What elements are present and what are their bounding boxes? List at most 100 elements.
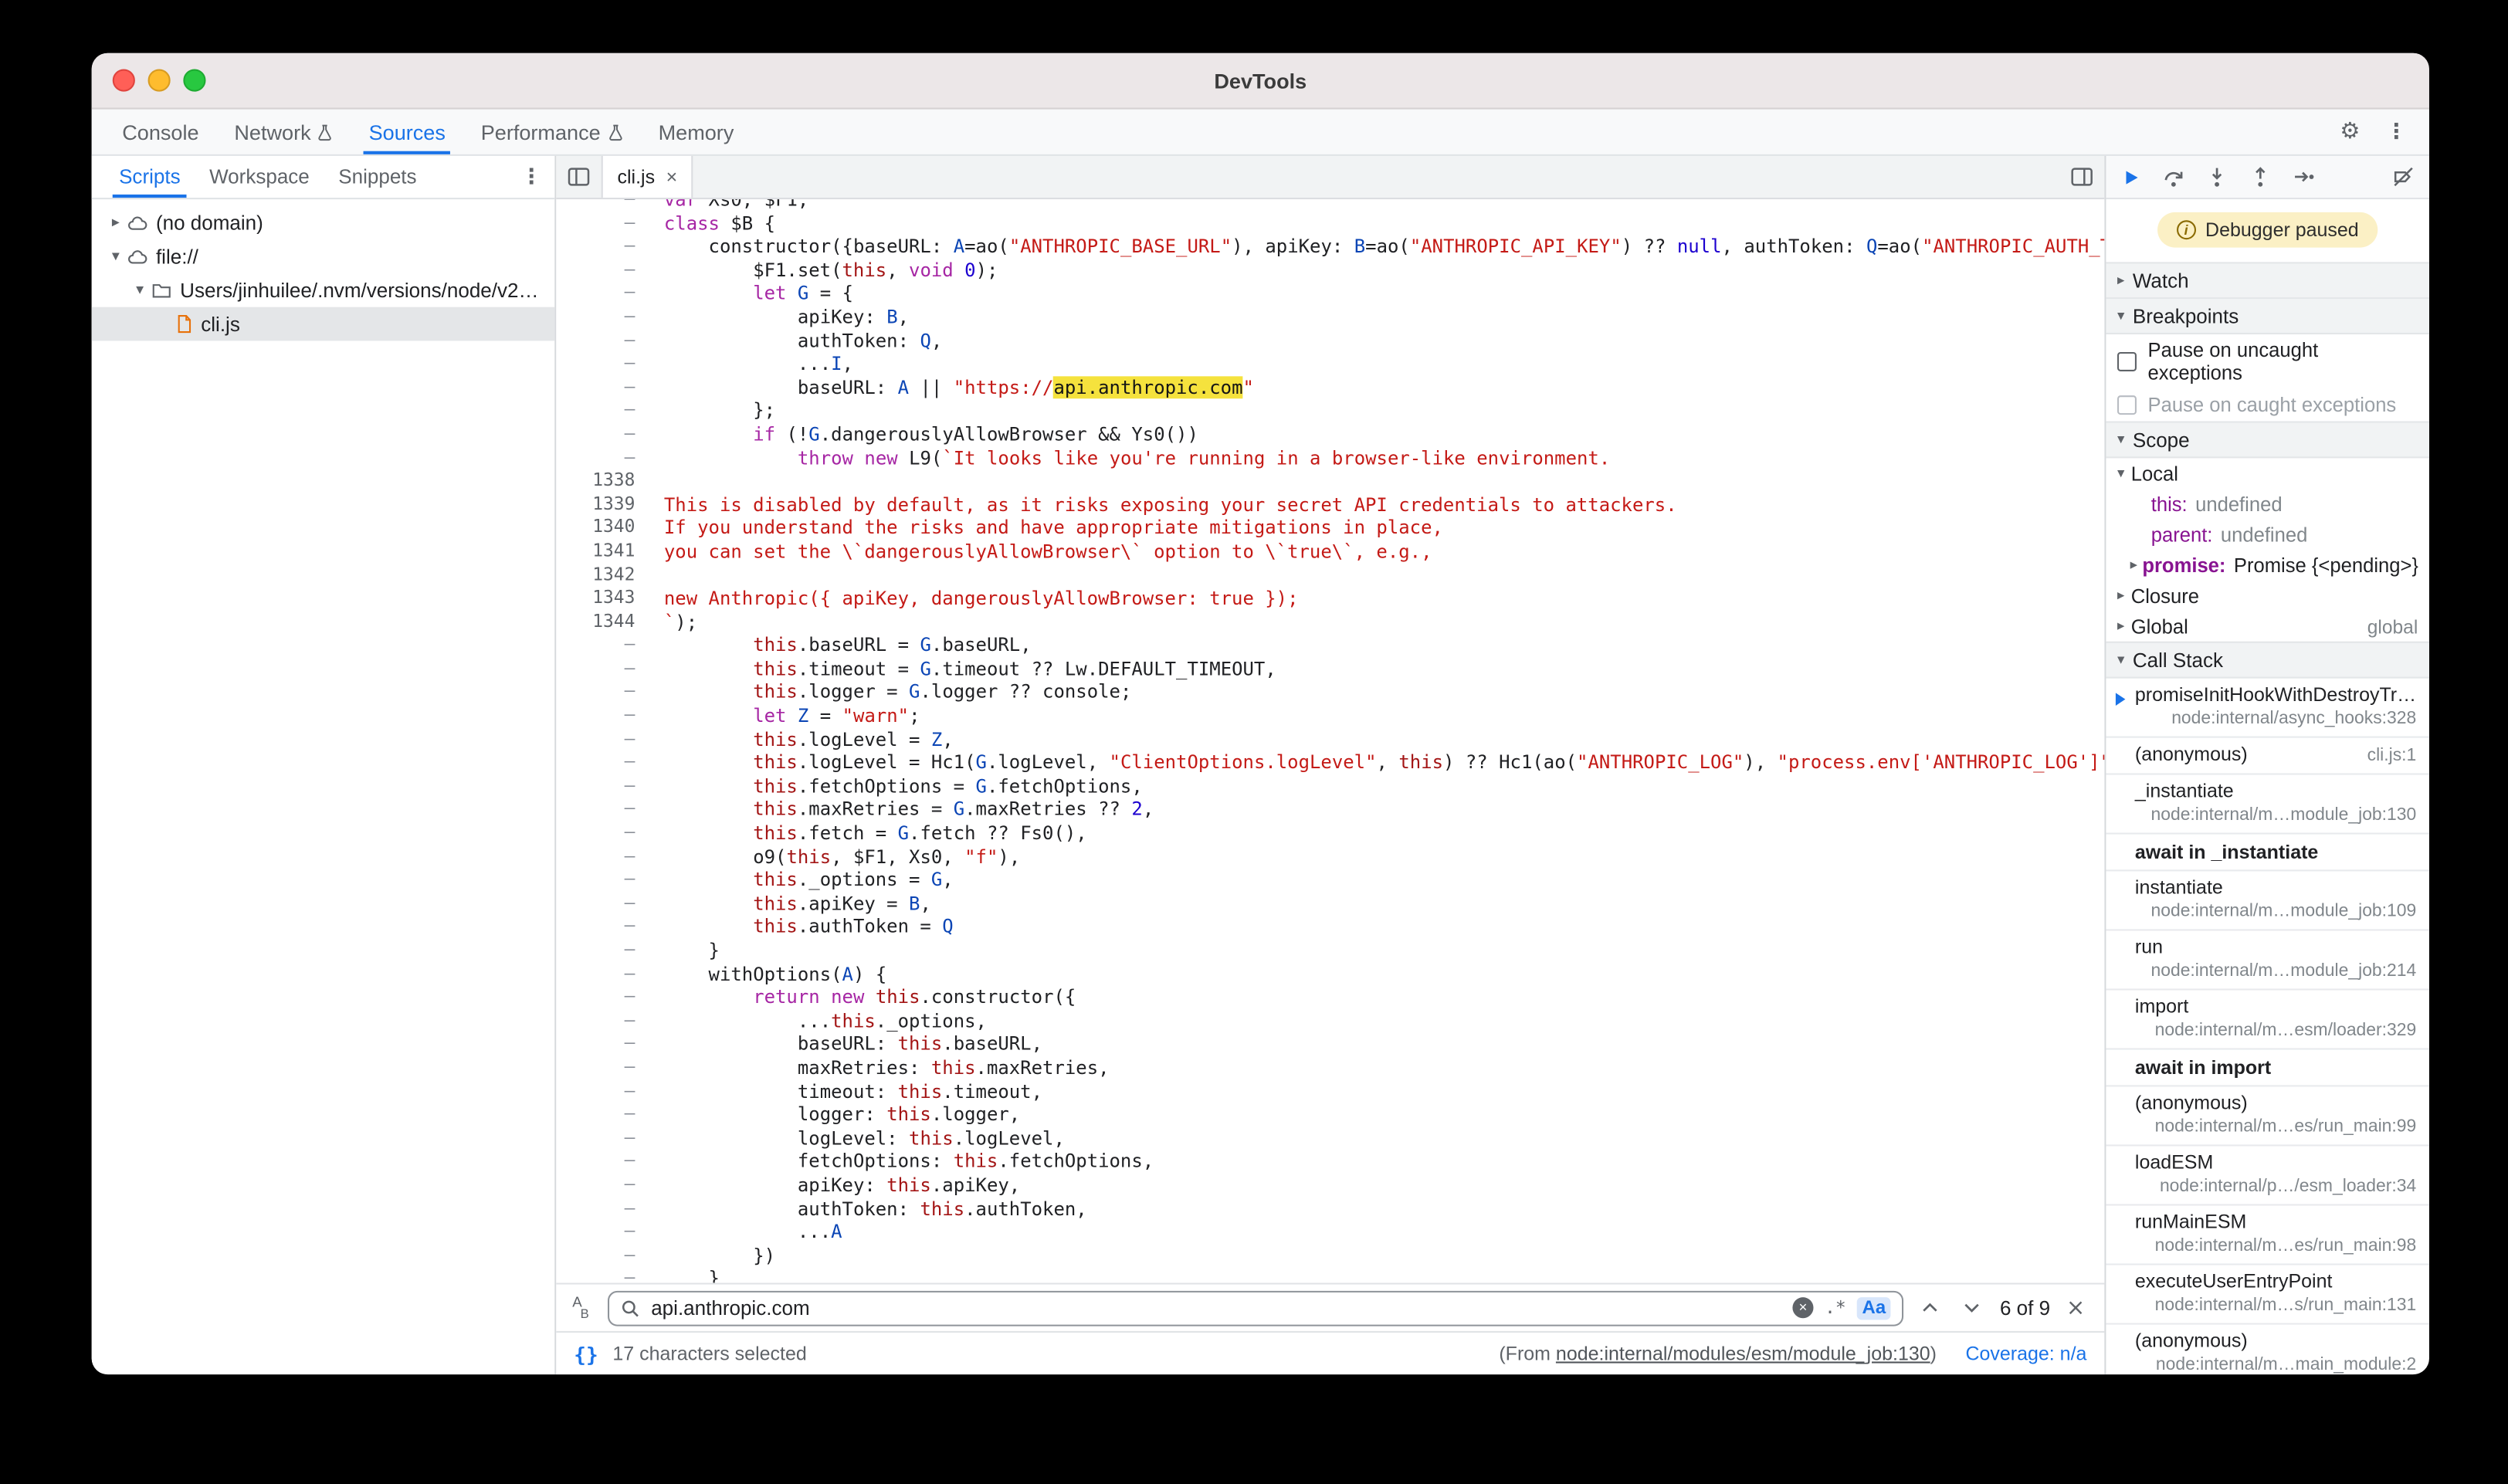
line-gutter[interactable]: – — [556, 399, 649, 422]
line-gutter[interactable]: – — [556, 199, 649, 212]
line-gutter[interactable]: – — [556, 1032, 649, 1055]
code-text[interactable]: this.fetchOptions = G.fetchOptions, — [649, 774, 1143, 798]
code-text[interactable]: } — [649, 1267, 720, 1282]
code-text[interactable]: this.apiKey = B, — [649, 892, 931, 915]
call-stack-frame[interactable]: (anonymous)node:internal/m…main_module:2 — [2106, 1325, 2428, 1375]
code-text[interactable]: throw new L9(`It looks like you're runni… — [649, 446, 1610, 469]
line-gutter[interactable]: – — [556, 376, 649, 399]
line-gutter[interactable]: – — [556, 1056, 649, 1079]
previous-match-icon[interactable] — [1917, 1302, 1945, 1313]
line-gutter[interactable]: – — [556, 939, 649, 962]
line-gutter[interactable]: – — [556, 1174, 649, 1197]
call-stack-frame[interactable]: _instantiatenode:internal/m…module_job:1… — [2106, 775, 2428, 835]
call-stack-frame[interactable]: executeUserEntryPointnode:internal/m…s/r… — [2106, 1265, 2428, 1325]
call-stack-section-header[interactable]: ▾ Call Stack — [2106, 642, 2428, 679]
code-text[interactable]: class $B { — [649, 212, 775, 235]
source-link[interactable]: node:internal/modules/esm/module_job:130 — [1556, 1342, 1930, 1364]
scope-variable[interactable]: this:undefined — [2106, 489, 2428, 520]
line-gutter[interactable]: – — [556, 774, 649, 798]
navigator-tab-snippets[interactable]: Snippets — [324, 156, 432, 198]
code-text[interactable]: this.logger = G.logger ?? console; — [649, 681, 1131, 704]
line-gutter[interactable]: 1343 — [556, 587, 649, 610]
editor-tab-clijs[interactable]: cli.js × — [602, 156, 693, 198]
line-gutter[interactable]: – — [556, 822, 649, 845]
clear-search-icon[interactable]: × — [1792, 1297, 1813, 1318]
toggle-navigator-icon[interactable] — [556, 156, 601, 198]
call-stack-frame[interactable]: (anonymous)cli.js:1 — [2106, 738, 2428, 775]
line-gutter[interactable]: – — [556, 422, 649, 446]
code-text[interactable]: }; — [649, 399, 775, 422]
coverage-link[interactable]: Coverage: n/a — [1965, 1342, 2086, 1364]
regex-toggle-icon[interactable]: .* — [1825, 1297, 1846, 1318]
watch-section-header[interactable]: ▸ Watch — [2106, 262, 2428, 299]
main-tab-network[interactable]: Network — [216, 110, 351, 154]
line-gutter[interactable]: – — [556, 282, 649, 305]
line-gutter[interactable]: – — [556, 657, 649, 680]
code-text[interactable]: if (!G.dangerouslyAllowBrowser && Ys0()) — [649, 422, 1198, 446]
code-text[interactable]: let Z = "warn"; — [649, 704, 920, 727]
line-gutter[interactable]: – — [556, 235, 649, 258]
line-gutter[interactable]: – — [556, 634, 649, 657]
line-gutter[interactable]: – — [556, 446, 649, 469]
code-text[interactable]: fetchOptions: this.fetchOptions, — [649, 1150, 1154, 1173]
call-stack-frame[interactable]: runMainESMnode:internal/m…es/run_main:98 — [2106, 1206, 2428, 1265]
code-text[interactable]: this.logLevel = Hc1(G.logLevel, "ClientO… — [649, 751, 2104, 774]
toggle-sources-sidebar-icon[interactable] — [2059, 156, 2104, 198]
code-text[interactable]: new Anthropic({ apiKey, dangerouslyAllow… — [649, 587, 1298, 610]
line-gutter[interactable]: – — [556, 869, 649, 892]
line-gutter[interactable]: 1340 — [556, 517, 649, 540]
tree-item--no-domain-[interactable]: ▸(no domain) — [92, 205, 555, 239]
tree-item-file-[interactable]: ▾file:// — [92, 239, 555, 273]
deactivate-breakpoints-button[interactable] — [2392, 165, 2415, 188]
main-tab-memory[interactable]: Memory — [641, 110, 752, 154]
call-stack-frame[interactable]: importnode:internal/m…esm/loader:329 — [2106, 991, 2428, 1050]
code-text[interactable]: this._options = G, — [649, 869, 954, 892]
step-over-button[interactable] — [2162, 165, 2184, 188]
step-out-button[interactable] — [2249, 165, 2272, 188]
line-gutter[interactable]: – — [556, 892, 649, 915]
line-gutter[interactable]: 1341 — [556, 540, 649, 563]
code-text[interactable]: ...I, — [649, 352, 853, 375]
more-options-kebab-icon[interactable]: ⋮ — [2386, 120, 2407, 144]
resume-button[interactable] — [2120, 166, 2141, 187]
scope-variable[interactable]: parent:undefined — [2106, 519, 2428, 550]
code-editor[interactable]: –var Xs0, $F1,–class $B {– constructor({… — [556, 199, 2104, 1282]
scope-section-header[interactable]: ▾ Scope — [2106, 421, 2428, 458]
step-into-button[interactable] — [2206, 165, 2228, 188]
code-text[interactable]: apiKey: this.apiKey, — [649, 1174, 1020, 1197]
code-text[interactable]: `); — [649, 611, 697, 634]
call-stack-frame[interactable]: runnode:internal/m…module_job:214 — [2106, 930, 2428, 990]
code-text[interactable]: baseURL: this.baseURL, — [649, 1032, 1042, 1055]
navigator-more-icon[interactable]: ⋮ — [521, 164, 542, 188]
close-search-icon[interactable]: × — [2063, 1295, 2089, 1320]
code-text[interactable]: return new this.constructor({ — [649, 986, 1076, 1009]
line-gutter[interactable]: – — [556, 1127, 649, 1150]
line-gutter[interactable]: – — [556, 1103, 649, 1127]
line-gutter[interactable]: 1344 — [556, 611, 649, 634]
window-titlebar[interactable]: DevTools — [92, 53, 2429, 110]
line-gutter[interactable]: – — [556, 751, 649, 774]
line-gutter[interactable]: – — [556, 1244, 649, 1267]
zoom-window-button[interactable] — [183, 69, 205, 92]
line-gutter[interactable]: – — [556, 259, 649, 282]
line-gutter[interactable]: – — [556, 352, 649, 375]
line-gutter[interactable]: – — [556, 1150, 649, 1173]
line-gutter[interactable]: – — [556, 986, 649, 1009]
close-tab-icon[interactable]: × — [666, 165, 678, 188]
line-gutter[interactable]: – — [556, 212, 649, 235]
checkbox[interactable] — [2117, 352, 2137, 371]
code-text[interactable]: var Xs0, $F1, — [649, 199, 808, 212]
code-text[interactable]: If you understand the risks and have app… — [649, 517, 1443, 540]
breakpoints-section-header[interactable]: ▾ Breakpoints — [2106, 299, 2428, 334]
code-text[interactable]: logLevel: this.logLevel, — [649, 1127, 1065, 1150]
line-gutter[interactable]: – — [556, 727, 649, 750]
code-text[interactable]: this.fetch = G.fetch ?? Fs0(), — [649, 822, 1087, 845]
line-gutter[interactable]: – — [556, 704, 649, 727]
main-tab-sources[interactable]: Sources — [351, 110, 463, 154]
chevron-right-icon[interactable]: ▸ — [104, 214, 127, 232]
line-gutter[interactable]: – — [556, 1079, 649, 1103]
code-text[interactable]: ...A — [649, 1220, 842, 1243]
code-text[interactable]: timeout: this.timeout, — [649, 1079, 1042, 1103]
tree-item-users-jinhuilee-nvm-versions-node-v2-[interactable]: ▾Users/jinhuilee/.nvm/versions/node/v2… — [92, 273, 555, 307]
code-text[interactable]: let G = { — [649, 282, 853, 305]
